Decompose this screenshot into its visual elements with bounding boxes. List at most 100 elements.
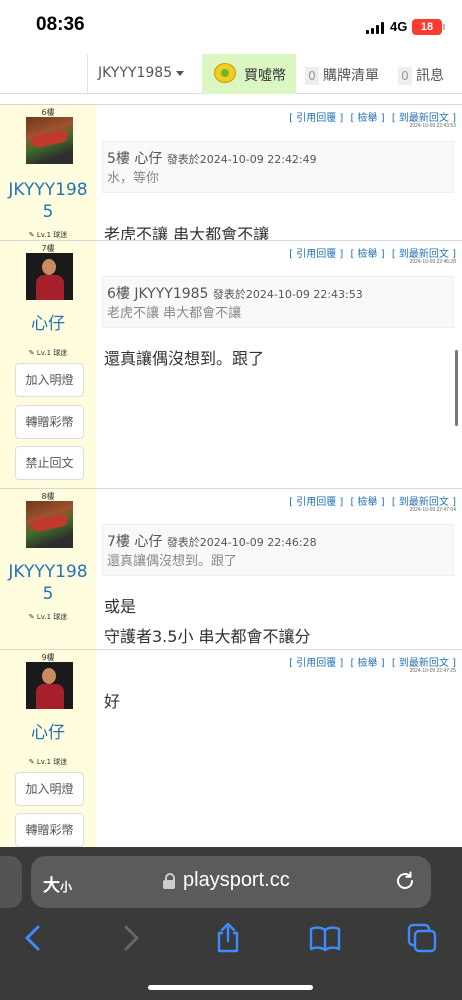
author-name[interactable]: 心仔 xyxy=(0,722,96,744)
buy-coin-label: 買噓幣 xyxy=(244,68,286,84)
quote-meta: 發表於2024-10-09 22:43:53 xyxy=(212,288,363,301)
messages-count: 0 xyxy=(398,67,412,85)
add-beacon-button[interactable]: 加入明燈 xyxy=(15,363,84,397)
reload-icon[interactable] xyxy=(393,869,417,893)
status-bar: 08:36 4G 18 xyxy=(0,0,462,54)
post-author-panel: 9樓 心仔 ✎ Lv.1 球迷 加入明燈 轉贈彩幣 xyxy=(0,650,96,847)
post-floor-6: 6樓 JKYYY198 5 ✎ Lv.1 球迷 [ 引用回覆 ] [ 檢舉 ] … xyxy=(0,104,462,244)
post-timestamp: 2024-10-09 22:47:25 xyxy=(409,668,456,674)
post-author-panel: 8樓 JKYYY198 5 ✎ Lv.1 球迷 xyxy=(0,489,96,649)
quote-body: 水，等你 xyxy=(107,171,160,186)
caret-down-icon xyxy=(176,70,185,76)
post-timestamp: 2024-10-09 22:46:28 xyxy=(409,259,456,265)
network-type: 4G xyxy=(390,19,408,34)
tabs-icon[interactable] xyxy=(405,921,439,955)
url-text: playsport.cc xyxy=(183,869,290,891)
quote-meta: 發表於2024-10-09 22:46:28 xyxy=(166,536,317,549)
author-name-line2: 5 xyxy=(42,584,54,604)
quote-block: 7樓 心仔 發表於2024-10-09 22:46:28 還真讓偶沒想到。跟了 xyxy=(102,524,454,576)
avatar[interactable] xyxy=(26,662,73,709)
quote-block: 5樓 心仔 發表於2024-10-09 22:42:49 水，等你 xyxy=(102,141,454,193)
buy-coin-button[interactable]: 買噓幣 xyxy=(202,54,296,94)
post-text: 或是 xyxy=(104,597,137,616)
battery-icon: 18 xyxy=(412,19,445,35)
previous-tab-peek[interactable] xyxy=(0,856,22,908)
bookmarks-icon[interactable] xyxy=(308,921,342,955)
cart-link[interactable]: 0 購牌清單 xyxy=(305,65,379,85)
share-icon[interactable] xyxy=(211,921,245,955)
status-time: 08:36 xyxy=(36,14,85,35)
text-size-button[interactable]: 大小 xyxy=(43,871,72,896)
address-bar[interactable]: 大小 playsport.cc xyxy=(31,856,431,908)
post-floor-9: 9樓 心仔 ✎ Lv.1 球迷 加入明燈 轉贈彩幣 [ 引用回覆 ] [ 檢舉 … xyxy=(0,649,462,847)
author-name[interactable]: JKYYY198 5 xyxy=(0,561,96,605)
quote-reply-link[interactable]: [ 引用回覆 ] xyxy=(289,658,343,669)
pencil-icon: ✎ xyxy=(28,349,37,357)
post-content: [ 引用回覆 ] [ 檢舉 ] [ 到最新回文 ] 2024-10-09 22:… xyxy=(96,489,462,649)
avatar[interactable] xyxy=(26,117,73,164)
author-level-text: Lv.1 球迷 xyxy=(36,231,68,239)
avatar[interactable] xyxy=(26,501,73,548)
user-menu[interactable]: JKYYY1985 xyxy=(98,65,185,81)
quote-author: 5樓 心仔 xyxy=(107,151,163,167)
post-actions: [ 引用回覆 ] [ 檢舉 ] [ 到最新回文 ] xyxy=(285,493,456,508)
quote-header: 5樓 心仔 發表於2024-10-09 22:42:49 xyxy=(107,148,317,168)
page-scrollbar[interactable] xyxy=(455,350,458,426)
post-text: 還真讓偶沒想到。跟了 xyxy=(104,349,265,368)
browser-toolbar: 大小 playsport.cc xyxy=(0,847,462,1000)
author-name-line1: JKYYY198 xyxy=(8,562,88,582)
post-text: 好 xyxy=(104,692,121,711)
pencil-icon: ✎ xyxy=(28,758,37,766)
lock-icon xyxy=(163,873,175,889)
author-level-text: Lv.1 球迷 xyxy=(36,758,68,766)
gift-coin-button[interactable]: 轉贈彩幣 xyxy=(15,813,84,847)
signal-icon xyxy=(366,22,386,34)
quote-block: 6樓 JKYYY1985 發表於2024-10-09 22:43:53 老虎不讓… xyxy=(102,276,454,328)
author-level: ✎ Lv.1 球迷 xyxy=(0,612,96,622)
report-link[interactable]: [ 檢舉 ] xyxy=(350,249,384,260)
quote-author: 6樓 JKYYY1985 xyxy=(107,286,209,302)
author-level-text: Lv.1 球迷 xyxy=(36,613,68,621)
quote-body: 老虎不讓 串大都會不讓 xyxy=(107,306,242,321)
cart-count: 0 xyxy=(305,67,319,85)
quote-reply-link[interactable]: [ 引用回覆 ] xyxy=(289,497,343,508)
post-floor-8: 8樓 JKYYY198 5 ✎ Lv.1 球迷 [ 引用回覆 ] [ 檢舉 ] … xyxy=(0,488,462,649)
quote-reply-link[interactable]: [ 引用回覆 ] xyxy=(289,113,343,124)
text-size-large: 大 xyxy=(43,876,60,896)
post-timestamp: 2024-10-09 22:43:53 xyxy=(409,123,456,129)
site-nav: JKYYY1985 買噓幣 0 購牌清單 0 訊息 xyxy=(0,54,462,94)
forward-icon[interactable] xyxy=(114,921,148,955)
quote-body: 還真讓偶沒想到。跟了 xyxy=(107,554,238,569)
add-beacon-button[interactable]: 加入明燈 xyxy=(15,772,84,806)
nav-menu-area[interactable] xyxy=(0,54,88,94)
author-name[interactable]: JKYYY198 5 xyxy=(0,179,96,223)
author-level-text: Lv.1 球迷 xyxy=(36,349,68,357)
block-reply-button[interactable]: 禁止回文 xyxy=(15,446,84,480)
text-size-small: 小 xyxy=(60,880,73,894)
gift-coin-button[interactable]: 轉贈彩幣 xyxy=(15,405,84,439)
report-link[interactable]: [ 檢舉 ] xyxy=(350,113,384,124)
post-floor-7: 7樓 心仔 ✎ Lv.1 球迷 加入明燈 轉贈彩幣 禁止回文 [ 引用回覆 ] … xyxy=(0,240,462,488)
post-author-panel: 6樓 JKYYY198 5 ✎ Lv.1 球迷 xyxy=(0,105,96,240)
quote-author: 7樓 心仔 xyxy=(107,534,163,550)
author-name-line1: JKYYY198 xyxy=(8,180,88,200)
report-link[interactable]: [ 檢舉 ] xyxy=(350,497,384,508)
avatar[interactable] xyxy=(26,253,73,300)
quote-reply-link[interactable]: [ 引用回覆 ] xyxy=(289,249,343,260)
author-name[interactable]: 心仔 xyxy=(0,313,96,335)
quote-meta: 發表於2024-10-09 22:42:49 xyxy=(166,153,317,166)
messages-label: 訊息 xyxy=(416,68,444,84)
home-indicator xyxy=(148,985,313,990)
report-link[interactable]: [ 檢舉 ] xyxy=(350,658,384,669)
post-actions: [ 引用回覆 ] [ 檢舉 ] [ 到最新回文 ] xyxy=(285,245,456,260)
author-level: ✎ Lv.1 球迷 xyxy=(0,757,96,767)
post-actions: [ 引用回覆 ] [ 檢舉 ] [ 到最新回文 ] xyxy=(285,654,456,669)
post-content: [ 引用回覆 ] [ 檢舉 ] [ 到最新回文 ] 2024-10-09 22:… xyxy=(96,241,462,488)
pencil-icon: ✎ xyxy=(28,613,37,621)
post-timestamp: 2024-10-09 22:47:04 xyxy=(409,507,456,513)
post-actions: [ 引用回覆 ] [ 檢舉 ] [ 到最新回文 ] xyxy=(285,109,456,124)
post-content: [ 引用回覆 ] [ 檢舉 ] [ 到最新回文 ] 2024-10-09 22:… xyxy=(96,105,462,244)
back-icon[interactable] xyxy=(16,921,50,955)
messages-link[interactable]: 0 訊息 xyxy=(398,65,444,85)
pencil-icon: ✎ xyxy=(28,231,37,239)
